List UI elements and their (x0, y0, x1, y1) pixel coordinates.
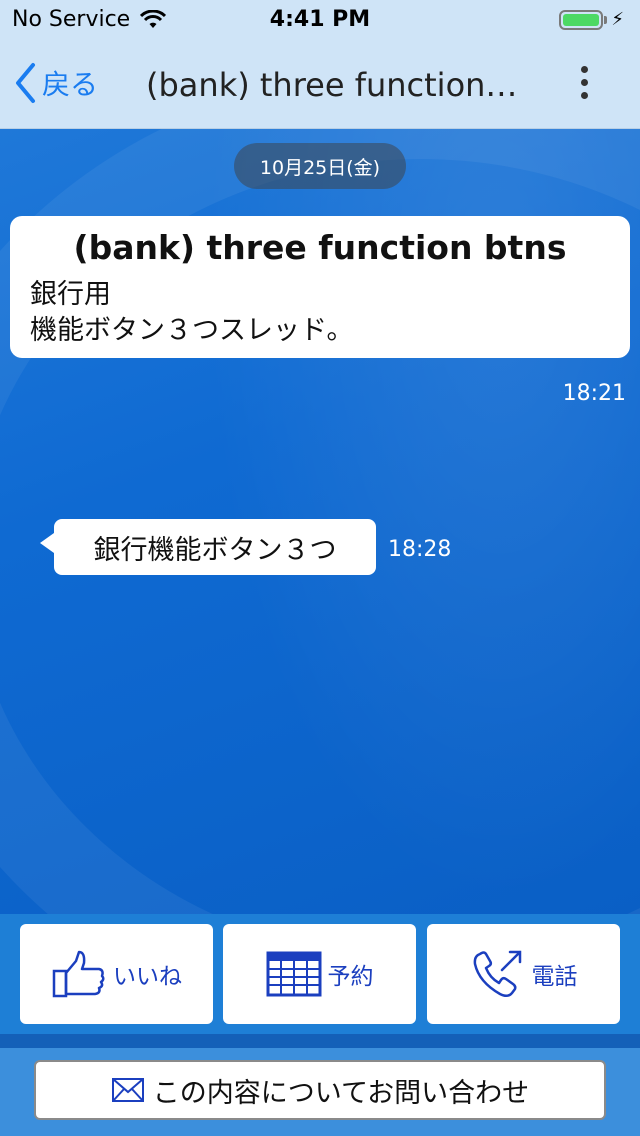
thumbs-up-icon (52, 950, 105, 998)
nav-bar: 戻る (bank) three function… (0, 40, 640, 129)
like-label: いいね (113, 964, 182, 990)
reservation-label: 予約 (327, 964, 374, 990)
card-timestamp: 18:21 (562, 381, 626, 406)
phone-label: 電話 (531, 964, 578, 990)
card-body-line: 機能ボタン３つスレッド。 (30, 315, 354, 346)
divider-strip (0, 1034, 640, 1048)
thread-card: (bank) three function btns 銀行用 機能ボタン３つスレ… (10, 216, 630, 358)
function-bar: いいね 予約 電話 (0, 914, 640, 1034)
bottom-bar: この内容についてお問い合わせ (0, 1034, 640, 1136)
page-title: (bank) three function… (146, 66, 518, 104)
charging-icon: ⚡ (611, 9, 624, 30)
status-bar: No Service 4:41 PM ⚡ (0, 0, 640, 40)
card-body-line: 銀行用 (30, 279, 111, 310)
like-button[interactable]: いいね (20, 924, 213, 1024)
calendar-grid-icon (266, 951, 321, 997)
chevron-left-icon (16, 63, 35, 103)
chat-area[interactable]: 10月25日(金) (bank) three function btns 銀行用… (0, 129, 640, 914)
message-timestamp: 18:28 (388, 537, 452, 562)
date-separator: 10月25日(金) (234, 143, 406, 189)
battery-icon: ⚡ (559, 9, 624, 30)
back-button[interactable]: 戻る (14, 62, 98, 104)
inquiry-label: この内容についてお問い合わせ (152, 1077, 530, 1109)
status-time: 4:41 PM (269, 7, 371, 32)
phone-button[interactable]: 電話 (427, 924, 620, 1024)
more-vertical-icon[interactable] (578, 66, 590, 102)
back-label: 戻る (42, 68, 99, 101)
mail-icon (111, 1078, 144, 1102)
inquiry-button[interactable]: この内容についてお問い合わせ (34, 1060, 606, 1120)
card-title: (bank) three function btns (73, 228, 567, 267)
message-bubble: 銀行機能ボタン３つ (40, 519, 376, 575)
phone-icon (473, 950, 521, 997)
card-body: 銀行用 機能ボタン３つスレッド。 (30, 277, 610, 349)
reservation-button[interactable]: 予約 (223, 924, 416, 1024)
